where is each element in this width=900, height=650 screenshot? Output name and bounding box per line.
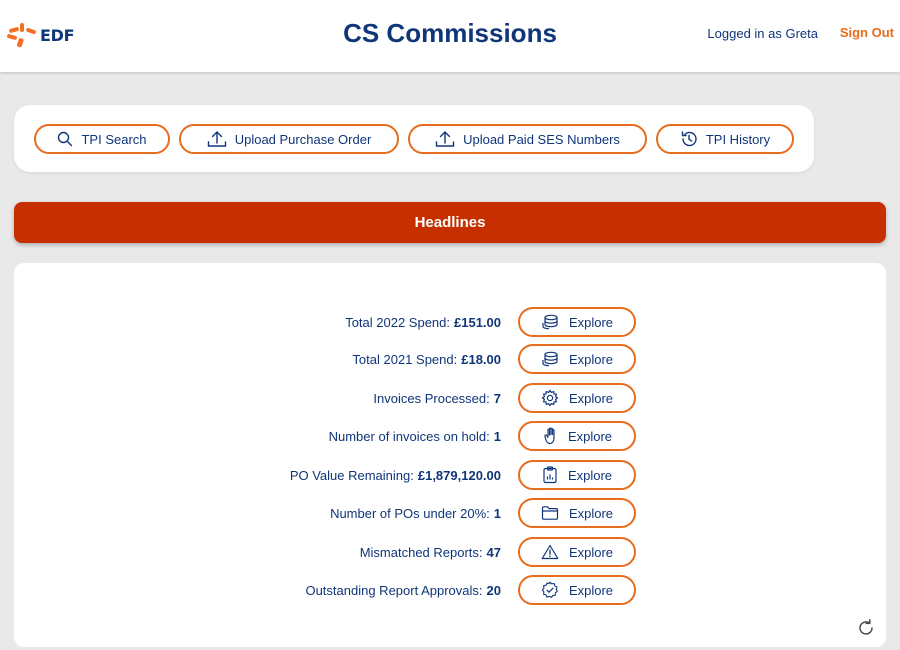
explore-pos-under-20-button[interactable]: Explore: [518, 498, 636, 528]
metric-invoices-processed: Invoices Processed: 7: [373, 385, 501, 411]
coins-icon: [542, 351, 558, 367]
metric-value: £1,879,120.00: [417, 467, 501, 483]
badge-icon: [541, 581, 558, 598]
search-icon: [58, 131, 73, 147]
metric-label: Total 2021 Spend:: [352, 351, 458, 367]
action-toolbar: TPI Search Upload Purchase Order Upload …: [14, 105, 814, 172]
tpi-history-label: TPI History: [705, 131, 771, 147]
explore-label: Explore: [568, 544, 614, 560]
edf-logo[interactable]: EDF: [6, 22, 75, 48]
metric-label: Number of POs under 20%:: [330, 505, 490, 521]
tpi-search-label: TPI Search: [81, 131, 147, 147]
metric-total-2022-spend: Total 2022 Spend: £151.00: [345, 309, 501, 335]
clipboard-chart-icon: [543, 466, 557, 484]
metric-outstanding-report-approvals: Outstanding Report Approvals: 20: [305, 577, 501, 603]
metric-value: 20: [486, 582, 501, 598]
explore-label: Explore: [568, 505, 614, 521]
upload-paid-ses-numbers-button[interactable]: Upload Paid SES Numbers: [408, 124, 647, 154]
upload-purchase-order-label: Upload Purchase Order: [234, 131, 372, 147]
metric-value: 1: [493, 505, 501, 521]
metric-label: Mismatched Reports:: [359, 544, 483, 560]
metric-pos-under-20: Number of POs under 20%: 1: [330, 500, 501, 526]
explore-label: Explore: [568, 314, 614, 330]
metric-mismatched-reports: Mismatched Reports: 47: [360, 539, 501, 565]
gear-icon: [541, 389, 559, 407]
upload-purchase-order-button[interactable]: Upload Purchase Order: [179, 124, 399, 154]
metric-label: PO Value Remaining:: [289, 467, 414, 483]
explore-mismatched-reports-button[interactable]: Explore: [518, 537, 636, 567]
metric-value: 7: [493, 390, 501, 406]
headlines-banner: Headlines: [14, 202, 886, 243]
coins-icon: [542, 314, 558, 330]
metric-value: £18.00: [461, 351, 501, 367]
metric-value: 1: [493, 428, 501, 444]
logged-in-user: Logged in as Greta: [707, 26, 818, 41]
edf-logo-mark: [7, 23, 36, 48]
explore-po-value-remaining-button[interactable]: Explore: [518, 460, 636, 490]
explore-invoices-on-hold-button[interactable]: Explore: [518, 421, 636, 451]
metric-label: Invoices Processed:: [373, 390, 490, 406]
explore-label: Explore: [568, 582, 614, 598]
metric-value: £151.00: [454, 314, 501, 330]
upload-icon: [435, 131, 455, 147]
app-header: EDF CS Commissions Logged in as Greta Si…: [0, 0, 900, 72]
metric-value: 47: [486, 544, 501, 560]
explore-label: Explore: [568, 390, 614, 406]
metric-po-value-remaining: PO Value Remaining: £1,879,120.00: [290, 462, 501, 488]
explore-invoices-processed-button[interactable]: Explore: [518, 383, 636, 413]
metric-label: Total 2022 Spend:: [345, 314, 450, 330]
explore-outstanding-report-approvals-button[interactable]: Explore: [518, 575, 636, 605]
metric-invoices-on-hold: Number of invoices on hold: 1: [329, 423, 501, 449]
headlines-panel: Total 2022 Spend: £151.00 Explore Total 2…: [14, 263, 886, 647]
explore-label: Explore: [567, 428, 613, 444]
metric-label: Outstanding Report Approvals:: [305, 582, 483, 598]
metric-label: Number of invoices on hold:: [328, 428, 490, 444]
folder-icon: [541, 506, 559, 520]
metric-total-2021-spend: Total 2021 Spend: £18.00: [352, 346, 501, 372]
explore-total-2022-spend-button[interactable]: Explore: [518, 307, 636, 337]
headlines-title: Headlines: [414, 214, 486, 231]
tpi-search-button[interactable]: TPI Search: [34, 124, 170, 154]
upload-icon: [207, 131, 226, 147]
warning-icon: [541, 544, 559, 560]
explore-label: Explore: [568, 351, 614, 367]
history-icon: [681, 131, 697, 147]
upload-paid-ses-numbers-label: Upload Paid SES Numbers: [463, 131, 620, 147]
hand-icon: [544, 427, 555, 445]
tpi-history-button[interactable]: TPI History: [656, 124, 794, 154]
refresh-icon[interactable]: [856, 618, 876, 638]
sign-out-link[interactable]: Sign Out: [840, 25, 894, 40]
explore-label: Explore: [567, 467, 613, 483]
explore-total-2021-spend-button[interactable]: Explore: [518, 344, 636, 374]
logo-text: EDF: [40, 25, 75, 45]
